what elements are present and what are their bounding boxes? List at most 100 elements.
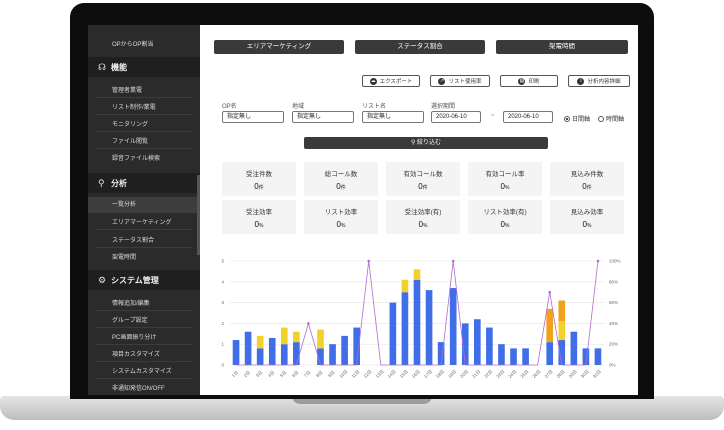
filter-button[interactable]: ⚲ 絞り込む [304,137,548,149]
bar [280,344,288,365]
gear-icon: ⚙ [98,275,107,285]
rate-point [548,290,552,294]
stat-label: 見込み件数 [570,171,604,178]
sidebar-item[interactable]: 録音ファイル検索 [112,153,160,162]
period-label: 選択期間 [431,104,456,110]
stat-label: リスト効率(有) [483,209,527,216]
y-tick-label: 4 [221,279,224,284]
time-axis-radio[interactable]: 時間軸 [598,114,624,123]
date-to-input[interactable]: 2020-06-10 [503,111,553,123]
sidebar-section-functions[interactable]: ☊ 機能 [88,57,200,77]
radio-unchecked-icon [598,116,604,123]
sidebar-item-overview-active[interactable]: 一覧分析 [88,197,200,213]
date-separator: ~ [491,113,495,119]
list-usage-button[interactable]: ↗ リスト使用率 [430,75,490,87]
sidebar-item[interactable]: 項目カスタマイズ [112,349,160,358]
print-icon: ▤ [518,78,526,86]
sidebar-item[interactable]: エリアマーケティング [112,217,172,226]
app-screen: OPからOP割当 ☊ 機能 管理者業電 リスト制作/業電 モニタリング ファイル… [88,25,638,395]
export-button[interactable]: ☁ エクスポート [362,75,420,87]
sidebar-section-label: システム管理 [111,276,159,285]
x-tick-label: 6日 [291,370,300,379]
bar [558,321,566,341]
bar [570,331,578,365]
sidebar-item[interactable]: ステータス割合 [112,235,154,244]
bar [522,348,529,365]
sidebar-item[interactable]: 非通知発信ON/OFF [112,383,165,392]
x-tick-label: 4日 [267,370,276,379]
list-name-label: リスト名 [362,104,387,110]
stat-label: 受注効率 [246,209,272,216]
nav-button-status-ratio[interactable]: ステータス割合 [355,40,485,54]
stat-card: 受注効率(有) 0% [386,200,460,234]
bar [486,327,493,365]
stat-card: 総コール数 0件 [304,162,378,196]
bar [474,319,481,365]
x-tick-label: 17日 [423,369,434,380]
sidebar-item[interactable]: システムカスタマイズ [112,366,172,375]
divider [96,247,192,248]
x-tick-label: 24日 [507,369,518,380]
bar [425,290,433,365]
main-content: エリアマーケティング ステータス割合 架電時間 ☁ エクスポート ↗ リスト使用率 … [200,25,638,395]
stat-value: 0% [336,220,346,229]
date-from-input[interactable]: 2020-06-10 [431,111,481,123]
sidebar-section-label: 機能 [111,63,127,72]
list-usage-label: リスト使用率 [448,79,482,85]
y2-tick-label: 20% [609,342,618,347]
daily-chart: 0 1 2 3 4 5 0% 20% 40% 60% 80% 100% 1日 2日 3日 4日 5日 6日 7日 8日… [221,259,620,380]
sidebar-section-system[interactable]: ⚙ システム管理 [88,270,200,290]
y-tick-label: 0 [221,363,224,368]
x-tick-label: 1日 [231,370,240,379]
bar [341,335,348,365]
bar [280,327,288,345]
sidebar-item[interactable]: グループ設定 [112,315,148,324]
sidebar-item[interactable]: 情報追加/編集 [112,298,150,307]
sidebar-item[interactable]: 管理者業電 [112,85,142,94]
list-name-select[interactable]: 指定無し [362,111,424,123]
x-tick-label: 28日 [556,369,567,380]
x-tick-label: 31日 [592,369,603,380]
filter-button-label: 絞り込む [417,140,442,146]
sidebar-section-analysis[interactable]: ⚲ 分析 [88,173,200,193]
print-button[interactable]: ▤ 印刷 [500,75,558,87]
op-name-select[interactable]: 指定無し [222,111,284,123]
nav-button-call-time[interactable]: 架電時間 [496,40,628,54]
search-icon: ⚲ [98,178,105,188]
divider [96,97,192,98]
daily-axis-radio[interactable]: 日間軸 [564,114,590,123]
stat-card: 見込み効率 0% [550,200,624,234]
x-tick-label: 7日 [303,370,312,379]
area-select[interactable]: 指定無し [292,111,354,123]
stat-label: 受注件数 [246,171,272,178]
bar [232,340,240,365]
bar [389,302,397,365]
sidebar-item-op-assign[interactable]: OPからOP割当 [112,39,153,48]
bar [244,331,252,365]
x-tick-label: 26日 [531,369,542,380]
nav-button-area-marketing[interactable]: エリアマーケティング [214,40,344,54]
stat-label: 受注効率(有) [404,209,442,216]
stat-card: リスト効率(有) 0% [468,200,542,234]
sidebar-item[interactable]: PC画面振り分け [112,332,156,341]
divider [96,131,192,132]
bar [449,288,457,365]
x-tick-label: 12日 [363,369,374,380]
divider [96,148,192,149]
headset-icon: ☊ [98,62,106,72]
analysis-detail-button[interactable]: i 分析内容詳細 [568,75,630,87]
daily-axis-label: 日間軸 [572,117,591,123]
sidebar-item[interactable]: 架電時間 [112,252,136,261]
divider [96,229,192,230]
sidebar-item[interactable]: リスト制作/業電 [112,102,156,111]
sidebar: OPからOP割当 ☊ 機能 管理者業電 リスト制作/業電 モニタリング ファイル… [88,25,200,395]
y2-tick-label: 40% [609,321,618,326]
stat-card: 受注件数 0件 [222,162,296,196]
y-tick-label: 1 [221,342,224,347]
rate-point [307,322,310,325]
sidebar-item[interactable]: モニタリング [112,119,148,128]
sidebar-item[interactable]: ファイル閲覧 [112,136,148,145]
area-label: 地域 [292,104,305,110]
divider [96,327,192,328]
cloud-icon: ☁ [369,78,377,86]
